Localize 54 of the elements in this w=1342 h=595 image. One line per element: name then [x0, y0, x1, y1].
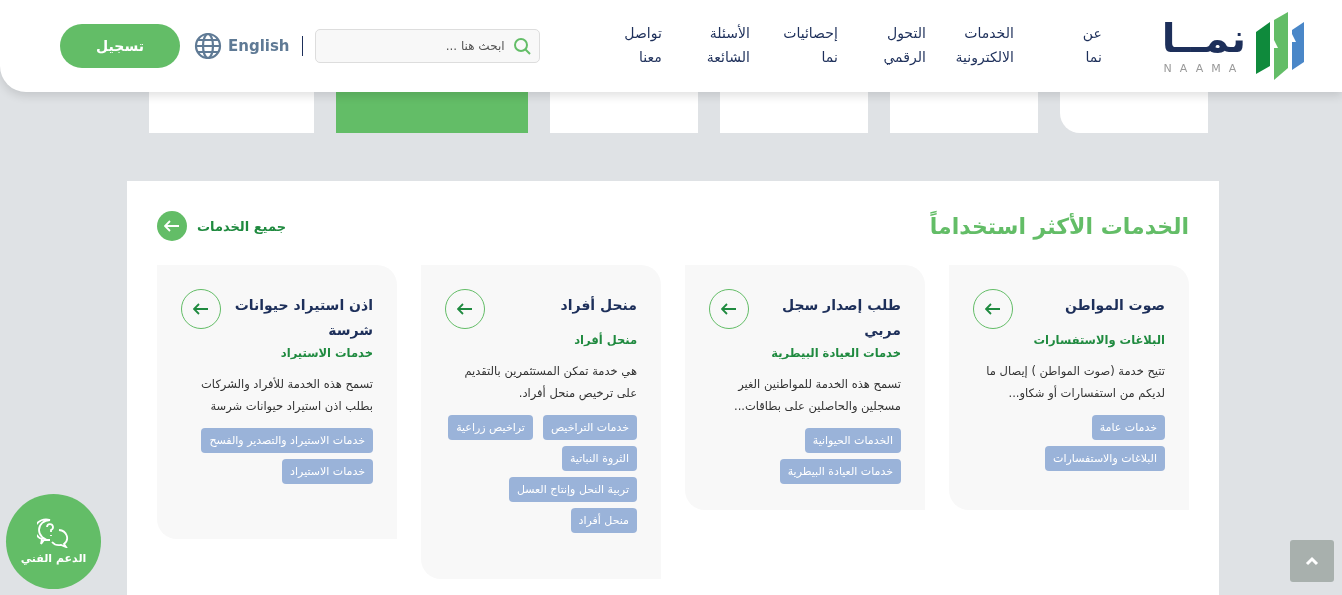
category-tab[interactable]: [1060, 92, 1208, 133]
service-tag[interactable]: البلاغات والاستفسارات: [1045, 445, 1165, 471]
support-button[interactable]: الدعم الفني: [6, 494, 101, 589]
service-tag[interactable]: خدمات عامة: [1091, 414, 1165, 440]
category-tab[interactable]: [720, 92, 868, 133]
logo-wordmark: نمــا: [1161, 17, 1246, 58]
category-tab[interactable]: [550, 92, 698, 133]
all-services-link[interactable]: جميع الخدمات: [157, 211, 286, 241]
service-category: خدمات العيادة البيطرية: [770, 346, 901, 360]
chat-question-icon: [36, 518, 71, 548]
service-category: منحل أفراد: [573, 333, 637, 347]
service-tag[interactable]: الخدمات الحيوانية: [804, 427, 901, 453]
service-tag[interactable]: تراخيص زراعية: [448, 414, 533, 440]
service-description: تسمح هذه الخدمة للمواطنين الغير مسجلين والحاصلين على بطاقات...: [733, 376, 901, 415]
service-description: تسمح هذه الخدمة للأفراد والشركات بطلب اذن استيراد حيوانات شرسة: [200, 376, 373, 415]
service-title: صوت المواطن: [1064, 296, 1165, 316]
arrow-left-icon: [193, 303, 209, 315]
nav-link[interactable]: إحصائيات نما: [763, 22, 852, 70]
nav-link[interactable]: تواصل معنا: [587, 22, 676, 70]
service-description: هي خدمة تمكن المستثمرين بالتقديم على ترخيص منحل أفراد.: [463, 363, 637, 403]
arrow-left-icon: [721, 303, 737, 315]
service-tag[interactable]: خدمات الاستيراد والتصدير والفسح: [201, 427, 373, 453]
service-title: طلب إصدار سجل مربي: [780, 296, 901, 341]
language-link[interactable]: English: [228, 37, 290, 55]
login-button[interactable]: تسجيل: [60, 24, 180, 68]
section-title: الخدمات الأكثر استخداماً: [929, 213, 1189, 239]
nav-link[interactable]: عن نما: [1027, 22, 1116, 70]
service-tag[interactable]: تربية النحل وإنتاج العسل: [508, 476, 637, 502]
category-tab[interactable]: [890, 92, 1038, 133]
search-icon: [512, 37, 531, 55]
service-tag[interactable]: خدمات الاستيراد: [282, 458, 373, 484]
service-description: تتيح خدمة (صوت المواطن ) إيصال ما لديكم من استفسارات أو شكاو...: [985, 363, 1165, 402]
chevron-up-icon: [1305, 556, 1319, 566]
logo-icon: [1254, 12, 1306, 80]
service-category: البلاغات والاستفسارات: [1032, 333, 1165, 347]
service-tag[interactable]: خدمات العيادة البيطرية: [779, 458, 901, 484]
scroll-top-button[interactable]: [1290, 540, 1334, 582]
arrow-left-icon: [457, 303, 473, 315]
globe-icon[interactable]: [194, 32, 222, 60]
category-tab[interactable]: [336, 92, 528, 133]
category-tab[interactable]: [149, 92, 314, 133]
service-title: منحل أفراد: [560, 295, 637, 316]
nav-link[interactable]: الخدمات الالكترونية: [939, 22, 1028, 70]
nav-link[interactable]: التحول الرقمي: [851, 22, 940, 70]
service-category: خدمات الاستيراد: [279, 346, 373, 360]
service-tag[interactable]: منحل أفراد: [570, 507, 637, 533]
arrow-left-icon: [164, 220, 180, 232]
arrow-left-icon: [985, 303, 1001, 315]
service-title: اذن استيراد حيوانات شرسة: [233, 296, 373, 341]
service-tag[interactable]: الثروة النباتية: [561, 445, 637, 471]
search-field[interactable]: ابحث هنا ...: [314, 29, 540, 63]
logo-subtitle: NAAMA: [1163, 61, 1245, 75]
nav-link[interactable]: الأسئلة الشائعة: [675, 22, 764, 70]
service-tag[interactable]: خدمات التراخيص: [542, 414, 637, 440]
